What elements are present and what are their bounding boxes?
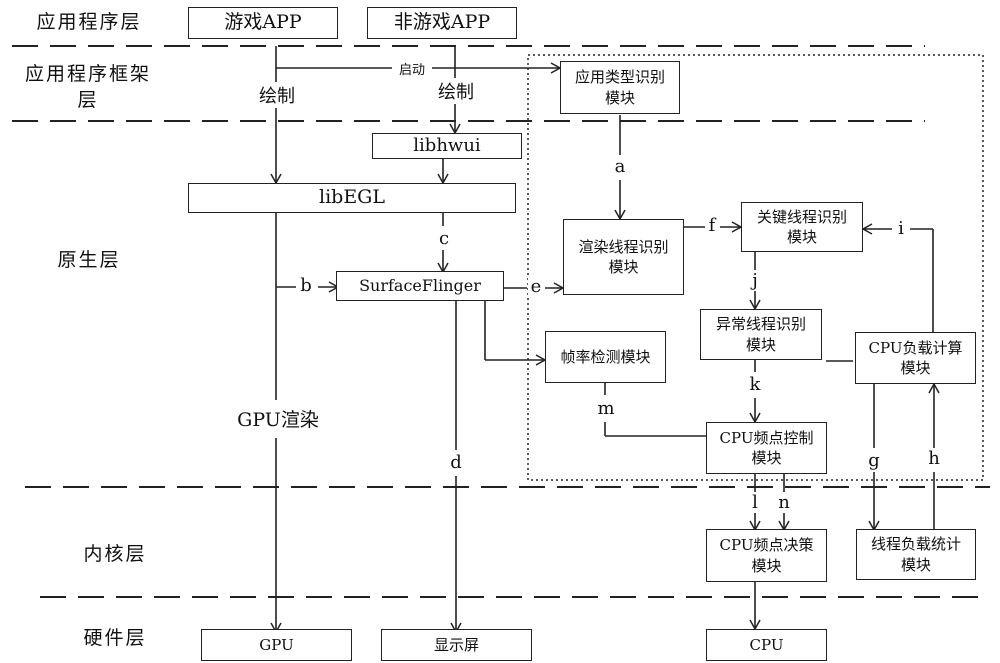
abnormal-thread-identification-module[interactable]: 异常线程识别模块 [700, 309, 822, 360]
edge-label-i: i [893, 218, 909, 239]
edge-label-b: b [298, 275, 314, 296]
render-thread-identification-module[interactable]: 渲染线程识别模块 [563, 219, 684, 295]
edge-label-k: k [747, 374, 763, 395]
cpu-frequency-control-module[interactable]: CPU频点控制模块 [706, 422, 827, 474]
edge-label-g: g [866, 450, 882, 471]
edge-label-l: l [748, 492, 762, 513]
layer-label-native: 原生层 [57, 249, 121, 271]
edge-label-d: d [448, 452, 464, 473]
edge-label-c: c [436, 228, 452, 249]
cpu-frequency-decision-module[interactable]: CPU频点决策模块 [706, 529, 827, 582]
edge-label-draw-nongame: 绘制 [431, 78, 481, 104]
layer-label-hardware: 硬件层 [83, 627, 147, 649]
non-game-app-box[interactable]: 非游戏APP [367, 7, 517, 39]
layer-label-kernel: 内核层 [83, 543, 147, 565]
game-app-box[interactable]: 游戏APP [188, 7, 338, 39]
layer-label-framework: 应用程序框架层 [24, 63, 151, 111]
app-type-identification-module[interactable]: 应用类型识别模块 [560, 61, 680, 114]
surfaceflinger-box[interactable]: SurfaceFlinger [336, 271, 504, 301]
libegl-box[interactable]: libEGL [188, 183, 516, 213]
edge-label-launch: 启动 [392, 59, 432, 78]
gpu-box[interactable]: GPU [201, 629, 352, 661]
layer-label-application: 应用程序层 [36, 11, 142, 33]
key-thread-identification-module[interactable]: 关键线程识别模块 [741, 202, 863, 252]
edge-label-m: m [596, 398, 616, 419]
display-box[interactable]: 显示屏 [381, 629, 532, 661]
edge-label-h: h [926, 448, 942, 469]
cpu-box[interactable]: CPU [706, 629, 827, 661]
edge-label-a: a [612, 156, 628, 177]
edge-label-n: n [776, 492, 792, 513]
libhwui-box[interactable]: libhwui [372, 133, 522, 159]
frame-rate-detection-module[interactable]: 帧率检测模块 [545, 331, 666, 383]
edge-label-e: e [528, 276, 544, 297]
edge-label-gpu-render: GPU渲染 [226, 405, 330, 432]
edge-label-j: j [748, 270, 762, 291]
edge-label-f: f [705, 215, 719, 236]
cpu-load-calculation-module[interactable]: CPU负载计算模块 [855, 332, 976, 384]
thread-load-statistics-module[interactable]: 线程负载统计模块 [856, 529, 976, 580]
edge-label-draw-game: 绘制 [252, 82, 302, 108]
